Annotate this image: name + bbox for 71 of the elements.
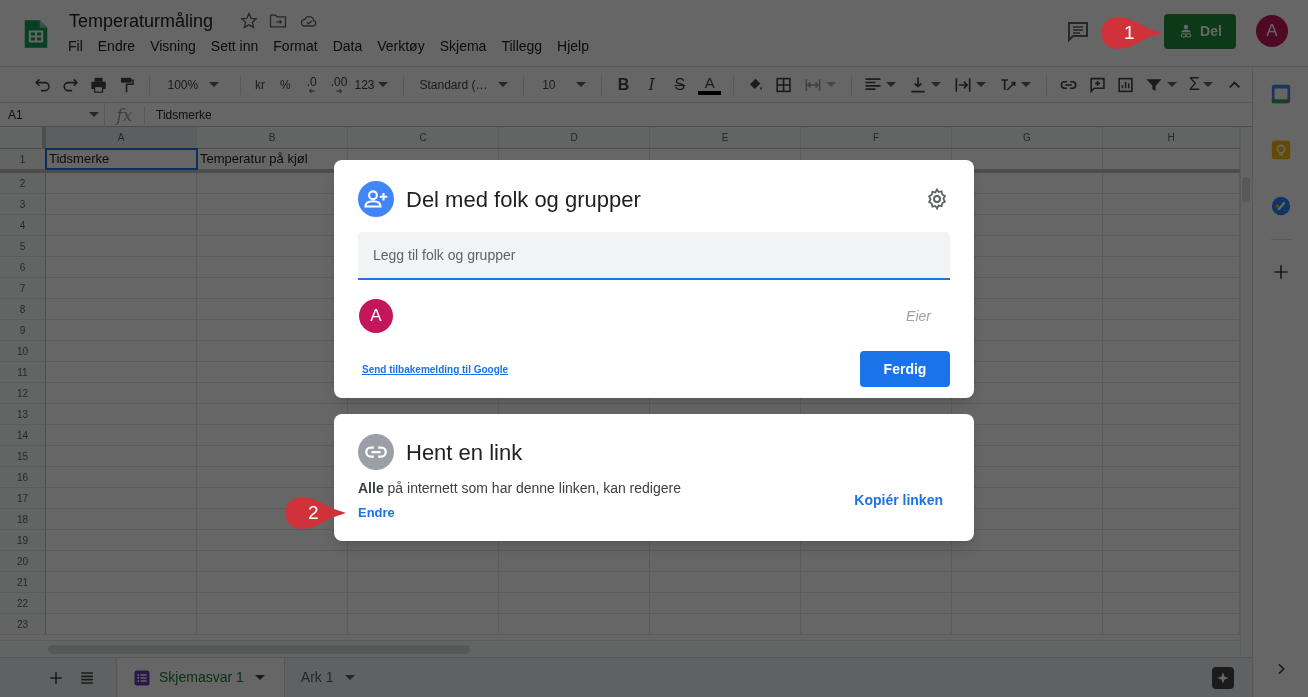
comment-icon[interactable] [1066,19,1090,43]
increase-decimals-button[interactable]: .00 [328,75,350,94]
change-link[interactable]: Endre [358,503,395,523]
caret-icon [498,82,509,87]
link-access-text: Alle på internett som har denne linken, kan redigere [358,479,681,498]
account-avatar[interactable]: A [1256,15,1288,47]
people-input-field[interactable]: Legg til folk og grupper [358,232,950,280]
caret-icon [344,675,355,680]
feedback-link[interactable]: Send tilbakemelding til Google [362,361,509,377]
star-icon[interactable] [239,11,260,31]
bold-button[interactable]: B [614,72,634,97]
explore-button[interactable] [1212,666,1234,689]
calendar-icon[interactable] [1269,83,1292,105]
share-button[interactable]: Del [1164,13,1236,49]
menu-item[interactable]: Data [332,35,363,57]
user-avatar: A [359,299,393,333]
caret-icon [89,112,99,117]
menu-item[interactable]: Visning [150,35,196,57]
font-size-dropdown[interactable]: 10 [536,75,590,94]
caret-icon [1202,82,1213,87]
column-header[interactable]: G [952,127,1103,148]
menu-item[interactable]: Format [273,35,318,57]
settings-icon[interactable] [925,187,949,211]
sheet-tab[interactable]: Ark 1 [283,657,374,697]
caret-icon[interactable] [1021,82,1032,87]
zoom-dropdown[interactable]: 100% [161,75,229,94]
name-box[interactable]: A1 [0,103,105,126]
done-button[interactable]: Ferdig [860,351,950,387]
menu-item[interactable]: Endre [97,35,136,57]
form-list-icon [133,668,151,687]
column-header[interactable]: E [650,127,801,148]
strikethrough-button[interactable]: S [670,72,690,97]
menu-item[interactable]: Hjelp [557,35,589,57]
step-callout: 2 [284,496,346,530]
italic-button[interactable]: I [642,72,662,97]
menu-item[interactable]: Verktøy [377,35,425,57]
text-color-button[interactable]: A [698,74,722,95]
caret-icon[interactable] [1166,82,1177,87]
caret-icon [576,82,587,87]
number-format-dropdown[interactable]: 123 [354,75,391,94]
menu-item[interactable]: Sett inn [210,35,259,57]
caret-icon[interactable] [886,82,897,87]
role-label: Eier [906,306,931,326]
percent-button[interactable]: % [276,75,295,94]
document-title[interactable]: Temperaturmåling [69,7,214,35]
menu-item[interactable]: Fil [68,35,83,57]
caret-icon[interactable] [931,82,942,87]
caret-icon [209,82,220,87]
person-add-icon [358,181,394,217]
column-header[interactable]: B [197,127,348,148]
step-callout: 1 [1100,16,1162,50]
caret-icon [254,675,265,680]
column-header[interactable]: F [801,127,952,148]
column-header[interactable]: D [499,127,650,148]
dialog-title: Hent en link [406,438,523,467]
functions-button[interactable]: Σ [1188,71,1216,98]
table-cell[interactable]: Tidsmerke [46,149,197,169]
column-header[interactable]: C [348,127,499,148]
caret-icon [377,82,388,87]
sheet-tab[interactable]: Skjemasvar 1 [116,657,284,697]
dialog-title: Del med folk og grupper [406,185,641,214]
caret-icon[interactable] [976,82,987,87]
menu-item[interactable]: Skjema [439,35,487,57]
task-check-icon[interactable] [1269,195,1292,217]
decrease-decimals-button[interactable]: .0 [303,75,320,94]
font-dropdown[interactable]: Standard (… [415,75,512,94]
formula-input[interactable]: Tidsmerke [156,105,212,124]
copy-link-button[interactable]: Kopiér linken [854,489,943,511]
menu-item[interactable]: Tillegg [501,35,543,57]
link-icon [358,434,394,470]
currency-button[interactable]: kr [253,75,268,94]
